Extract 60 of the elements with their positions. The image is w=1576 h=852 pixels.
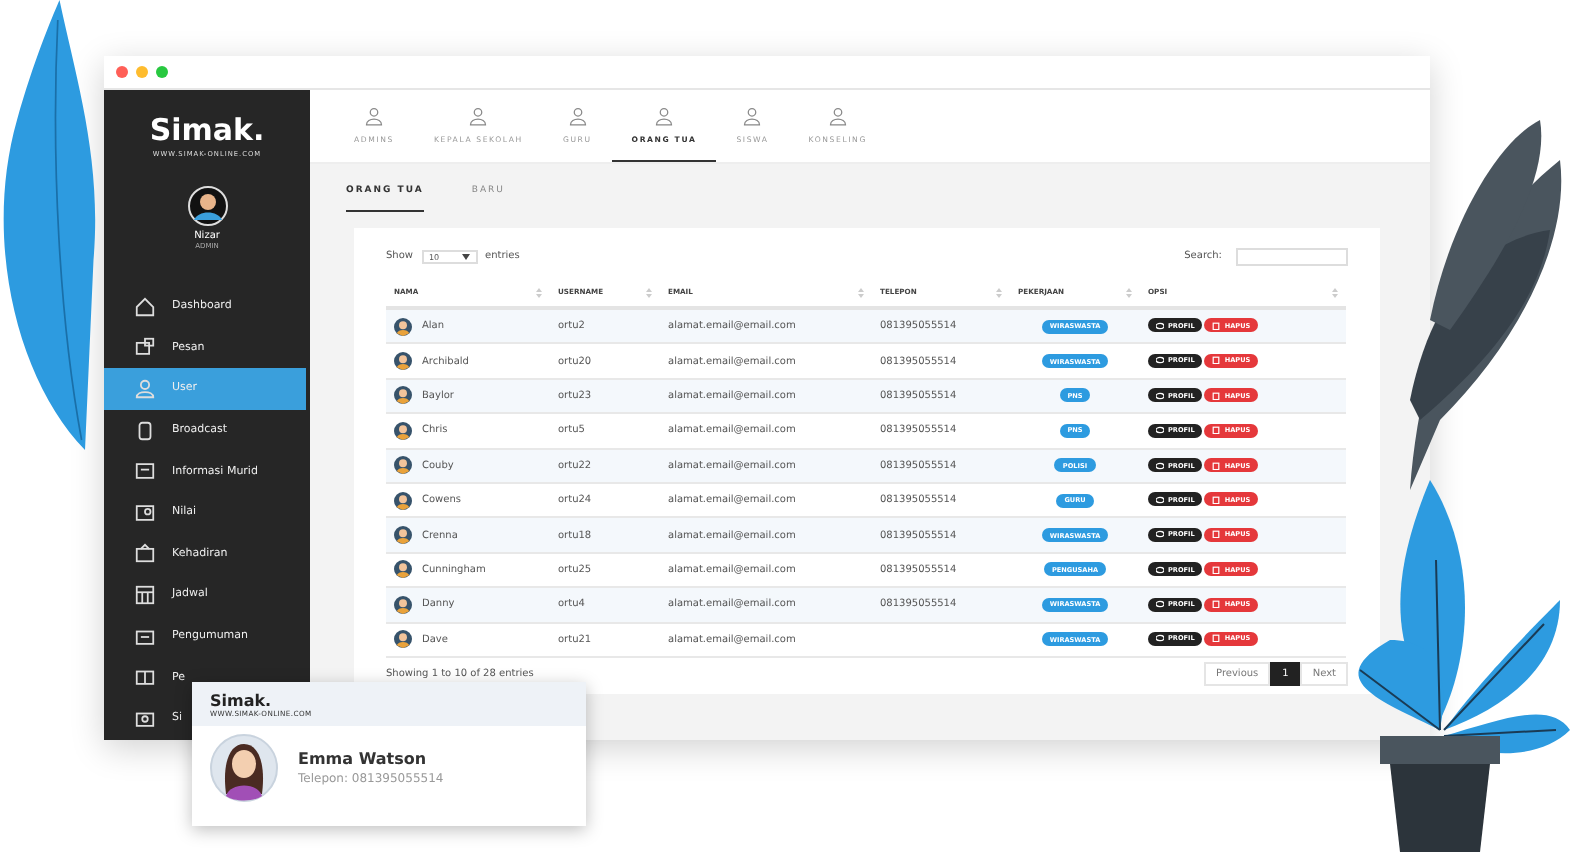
trash-icon (1212, 565, 1221, 574)
avatar-icon (210, 734, 278, 802)
card-icon (134, 707, 156, 730)
avatar-icon (394, 421, 412, 440)
eye-icon (1156, 600, 1164, 609)
avatar-icon (394, 456, 412, 475)
eye-icon (1156, 391, 1164, 400)
trash-icon (1212, 530, 1221, 539)
eye-icon (1156, 495, 1164, 504)
avatar-icon (394, 560, 412, 579)
user-icon (827, 106, 848, 126)
avatar-icon (187, 186, 227, 226)
avatar-icon (394, 595, 412, 614)
board-icon (134, 625, 156, 648)
user-icon (654, 106, 674, 126)
sort-icon (1332, 287, 1338, 297)
avatar-icon (394, 491, 412, 510)
avatar-icon (394, 352, 412, 371)
eye-icon (1156, 426, 1164, 435)
phone-icon (134, 419, 156, 442)
eye-icon (1156, 461, 1164, 469)
trash-icon (1212, 321, 1221, 330)
avatar-icon (394, 526, 412, 545)
avatar-icon (394, 317, 412, 336)
sort-icon (646, 287, 652, 297)
sort-icon (858, 287, 864, 297)
users-icon (134, 377, 156, 400)
calendar-icon (134, 583, 156, 606)
trash-icon (1212, 461, 1221, 469)
eye-icon (1156, 530, 1164, 539)
profile-name: Emma Watson (298, 750, 429, 768)
sort-icon (536, 287, 542, 297)
trash-icon (1212, 356, 1221, 365)
avatar-icon (394, 386, 412, 405)
user-icon (567, 106, 588, 126)
eye-icon (1156, 356, 1164, 365)
house-icon (134, 295, 156, 318)
trash-icon (1212, 634, 1221, 643)
logo-text: Simak. (210, 691, 274, 709)
trash-icon (1212, 600, 1221, 609)
window-minimize-button[interactable] (136, 66, 148, 78)
book-icon (134, 666, 156, 689)
logo-text: Simak. (149, 114, 265, 146)
user-icon (742, 106, 763, 126)
caret-icon (461, 253, 469, 259)
trash-icon (1212, 391, 1221, 400)
briefcase-icon (134, 542, 156, 565)
trash-icon (1212, 426, 1221, 435)
user-icon (363, 106, 384, 126)
sort-icon (996, 287, 1002, 297)
sort-icon (1126, 287, 1132, 297)
user-icon (468, 106, 489, 126)
avatar-icon (394, 630, 412, 649)
eye-icon (1156, 634, 1164, 643)
search-field[interactable] (1236, 247, 1348, 265)
window-maximize-button[interactable] (156, 66, 168, 78)
trash-icon (1212, 495, 1221, 504)
eye-icon (1156, 321, 1164, 330)
eye-icon (1156, 565, 1164, 574)
window-close-button[interactable] (116, 66, 128, 78)
